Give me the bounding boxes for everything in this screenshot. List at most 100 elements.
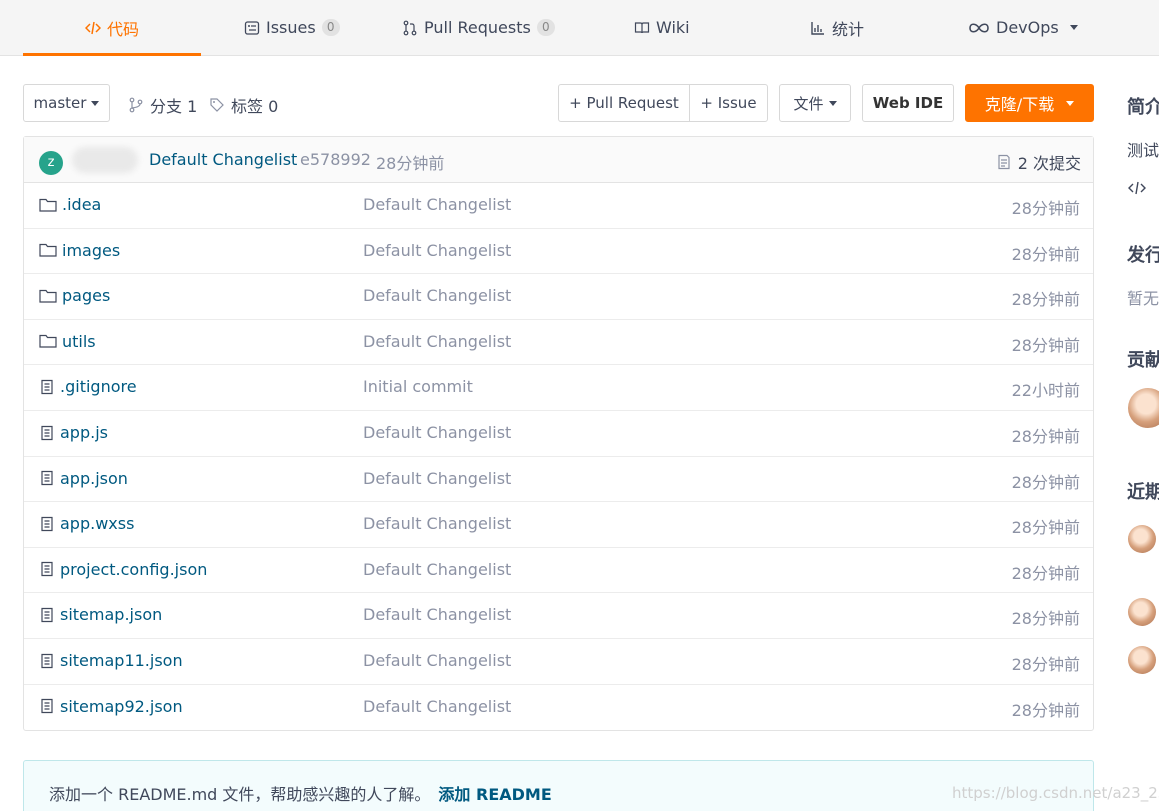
table-row: app.json Default Changelist 28分钟前 — [24, 457, 1093, 503]
file-icon — [41, 562, 53, 577]
avatar[interactable]: z — [39, 151, 63, 175]
table-row: utils Default Changelist 28分钟前 — [24, 320, 1093, 366]
readme-hint-text: 添加一个 README.md 文件，帮助感兴趣的人了解。 添加 README — [49, 781, 552, 805]
file-commit-time: 28分钟前 — [1011, 655, 1080, 674]
infinity-icon — [969, 22, 989, 33]
file-name: .gitignore — [60, 377, 137, 397]
file-commit-message[interactable]: Default Changelist — [363, 605, 511, 624]
tab-devops[interactable]: DevOps — [968, 0, 1078, 55]
file-name-link[interactable]: project.config.json — [39, 560, 207, 579]
file-commit-time: 28分钟前 — [1011, 700, 1080, 720]
commit-count-link[interactable]: 2 次提交 — [996, 150, 1081, 174]
recent-activity-avatar[interactable] — [1128, 525, 1156, 553]
file-commit-message[interactable]: Default Changelist — [363, 195, 511, 214]
redacted-author — [72, 147, 138, 173]
bar-chart-icon — [811, 21, 824, 35]
file-name-link[interactable]: sitemap.json — [39, 605, 162, 624]
file-name-link[interactable]: .gitignore — [39, 377, 137, 396]
latest-commit-bar: z Default Changelist e578992 28分钟前 2 次提交 — [24, 137, 1093, 183]
file-commit-message[interactable]: Default Changelist — [363, 697, 511, 716]
tab-pull-requests[interactable]: Pull Requests 0 — [402, 0, 555, 55]
tab-stats[interactable]: 统计 — [810, 0, 864, 55]
chevron-down-icon — [1066, 100, 1075, 106]
table-row: app.js Default Changelist 28分钟前 — [24, 411, 1093, 457]
web-ide-button[interactable]: Web IDE — [862, 84, 954, 122]
active-tab-underline — [23, 53, 201, 56]
commit-sha[interactable]: e578992 — [300, 150, 371, 169]
folder-icon — [39, 198, 57, 212]
repo-nav: 代码 Issues 0 Pull Requests 0 Wiki 统计 DevO… — [0, 0, 1159, 56]
file-commit-time: 28分钟前 — [1011, 518, 1080, 538]
file-commit-time: 28分钟前 — [1011, 563, 1080, 583]
file-name-link[interactable]: app.json — [39, 469, 128, 488]
tab-stats-label: 统计 — [832, 19, 865, 39]
folder-icon — [39, 335, 57, 348]
file-list: z Default Changelist e578992 28分钟前 2 次提交… — [23, 136, 1094, 731]
chevron-down-icon — [1069, 25, 1078, 30]
file-name-link[interactable]: app.js — [39, 423, 108, 442]
file-commit-message[interactable]: Default Changelist — [363, 423, 511, 442]
recent-activity-avatar[interactable] — [1128, 646, 1156, 674]
branch-name: master — [33, 94, 87, 112]
sidebar-release-text: 暂无 — [1127, 289, 1159, 308]
file-commit-message[interactable]: Default Changelist — [363, 286, 511, 305]
readme-hint: 添加一个 README.md 文件，帮助感兴趣的人了解。 添加 README — [23, 760, 1094, 811]
file-name-link[interactable]: .idea — [39, 195, 101, 214]
sidebar-contributors-title: 贡献 — [1127, 350, 1159, 371]
code-icon — [1128, 181, 1146, 195]
file-menu-label: 文件 — [793, 94, 824, 113]
add-readme-link[interactable]: 添加 README — [438, 785, 551, 804]
file-name-link[interactable]: images — [39, 241, 120, 260]
file-name-link[interactable]: pages — [39, 286, 110, 305]
file-name: sitemap.json — [60, 605, 163, 625]
commits-icon — [998, 154, 1010, 170]
file-name-link[interactable]: app.wxss — [39, 514, 134, 533]
table-row: .gitignore Initial commit 22小时前 — [24, 365, 1093, 411]
commit-time: 28分钟前 — [376, 154, 445, 173]
new-pull-request-button[interactable]: + Pull Request — [558, 84, 690, 122]
table-row: pages Default Changelist 28分钟前 — [24, 274, 1093, 320]
pull-request-icon — [403, 20, 417, 35]
tab-pull-requests-label: Pull Requests — [424, 18, 531, 37]
new-issue-label: + Issue — [700, 94, 757, 112]
commit-message-link[interactable]: Default Changelist — [149, 150, 297, 169]
table-row: images Default Changelist 28分钟前 — [24, 229, 1093, 275]
file-name: .idea — [62, 195, 102, 214]
file-name-link[interactable]: sitemap92.json — [39, 697, 183, 716]
file-commit-message[interactable]: Default Changelist — [363, 514, 511, 533]
folder-icon — [39, 243, 57, 257]
file-commit-message[interactable]: Default Changelist — [363, 469, 511, 488]
tab-issues[interactable]: Issues 0 — [244, 0, 340, 55]
chevron-down-icon — [828, 100, 837, 106]
file-commit-message[interactable]: Default Changelist — [363, 332, 511, 351]
chevron-down-icon — [91, 100, 100, 106]
recent-activity-avatar[interactable] — [1128, 598, 1156, 626]
sidebar-release-title: 发行 — [1127, 245, 1159, 266]
tab-wiki-label: Wiki — [656, 18, 690, 37]
file-menu-button[interactable]: 文件 — [779, 84, 851, 122]
table-row: sitemap11.json Default Changelist 28分钟前 — [24, 639, 1093, 685]
file-icon — [41, 470, 53, 486]
file-name-link[interactable]: sitemap11.json — [39, 651, 183, 670]
contributor-avatar[interactable] — [1128, 388, 1159, 428]
file-commit-message[interactable]: Default Changelist — [363, 651, 511, 670]
file-name-link[interactable]: utils — [39, 332, 96, 351]
tags-link[interactable]: 标签 0 — [209, 93, 278, 117]
file-name: images — [62, 240, 121, 260]
tab-wiki[interactable]: Wiki — [634, 0, 690, 55]
tab-code[interactable]: 代码 — [23, 0, 201, 56]
issues-count-badge: 0 — [321, 19, 340, 36]
table-row: project.config.json Default Changelist 28分… — [24, 548, 1093, 594]
clone-download-button[interactable]: 克隆/下载 — [965, 84, 1094, 122]
tab-issues-label: Issues — [266, 18, 316, 37]
file-commit-time: 28分钟前 — [1011, 199, 1080, 218]
file-commit-message[interactable]: Default Changelist — [363, 241, 511, 260]
new-issue-button[interactable]: + Issue — [689, 84, 768, 122]
watermark: https://blog.csdn.net/a23_23 — [952, 784, 1159, 802]
file-name: app.json — [60, 468, 128, 488]
branches-link[interactable]: 分支 1 — [128, 93, 197, 117]
branch-selector[interactable]: master — [23, 84, 110, 122]
sidebar-recent-title: 近期 — [1127, 482, 1159, 503]
file-commit-message[interactable]: Default Changelist — [363, 560, 511, 579]
file-commit-message[interactable]: Initial commit — [363, 377, 473, 396]
